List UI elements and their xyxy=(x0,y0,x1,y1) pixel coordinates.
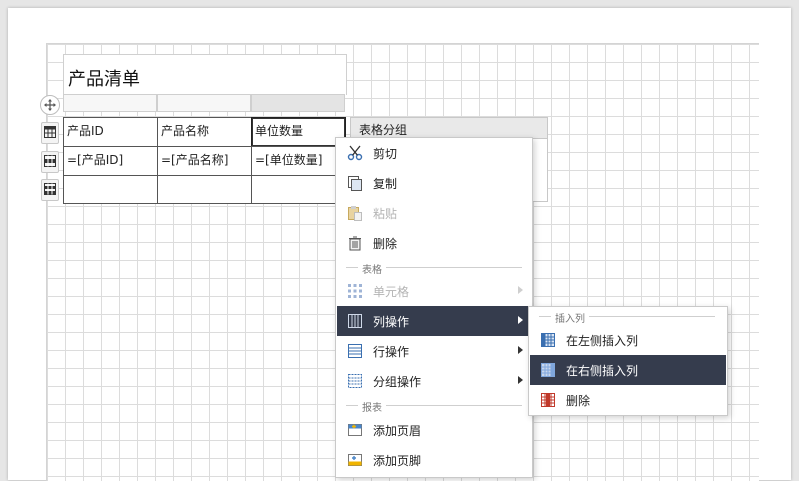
table-detail-icon xyxy=(44,154,56,170)
table-header-icon xyxy=(44,125,56,141)
menu-item-group-ops[interactable]: 分组操作 xyxy=(337,366,531,396)
move-handle-icon[interactable] xyxy=(40,95,60,115)
table-detail-row-handle[interactable] xyxy=(41,151,59,173)
table-footer-cell[interactable] xyxy=(251,175,346,204)
group-icon xyxy=(346,372,364,390)
report-title: 产品清单 xyxy=(68,69,140,90)
insert-column-left-icon xyxy=(539,331,557,349)
menu-item-label: 剪切 xyxy=(373,146,398,161)
table-footer-row-handle[interactable] xyxy=(41,179,59,201)
trash-icon xyxy=(346,234,364,252)
columns-icon xyxy=(346,312,364,330)
rows-icon xyxy=(346,342,364,360)
copy-icon xyxy=(346,174,364,192)
table-group-panel-header: 表格分组 xyxy=(350,117,548,139)
submenu-arrow-icon xyxy=(518,346,523,354)
table-footer-icon xyxy=(44,182,56,198)
table-detail-cell[interactable]: =[单位数量] xyxy=(251,146,346,176)
menu-item-label: 行操作 xyxy=(373,344,410,359)
context-menu: 剪切 复制 粘贴 删除 表格 单元格 列操作 行操作 分组操作 报表 添加页眉 … xyxy=(335,137,533,478)
menu-item-label: 删除 xyxy=(566,393,591,408)
menu-item-cell[interactable]: 单元格 xyxy=(337,276,531,306)
column-ops-submenu: 插入列 在左侧插入列 在右侧插入列 删除 xyxy=(528,306,728,416)
submenu-section-insert-column: 插入列 xyxy=(539,310,715,325)
menu-item-label: 添加页眉 xyxy=(373,423,422,438)
menu-item-delete-column[interactable]: 删除 xyxy=(530,385,726,415)
menu-item-column-ops[interactable]: 列操作 xyxy=(337,306,531,336)
table-header-cell[interactable]: 产品名称 xyxy=(157,117,252,147)
column-header-strip-selected[interactable] xyxy=(251,94,345,112)
submenu-arrow-icon xyxy=(518,316,523,324)
menu-section-label: 表格 xyxy=(358,261,386,276)
menu-item-label: 在右侧插入列 xyxy=(566,363,639,378)
menu-section-label: 报表 xyxy=(358,399,386,414)
report-title-box[interactable]: 产品清单 xyxy=(63,54,347,95)
table-header-row-handle[interactable] xyxy=(41,122,59,144)
menu-item-label: 删除 xyxy=(373,236,398,251)
column-header-strip[interactable] xyxy=(157,94,251,112)
table-footer-cell[interactable] xyxy=(63,175,158,204)
table-footer-cell[interactable] xyxy=(157,175,252,204)
menu-item-copy[interactable]: 复制 xyxy=(337,168,531,198)
menu-item-label: 复制 xyxy=(373,176,398,191)
submenu-section-label: 插入列 xyxy=(551,310,589,325)
menu-item-paste[interactable]: 粘贴 xyxy=(337,198,531,228)
menu-section-table: 表格 xyxy=(346,261,522,276)
menu-item-label: 单元格 xyxy=(373,284,410,299)
menu-item-delete[interactable]: 删除 xyxy=(337,228,531,258)
insert-column-right-icon xyxy=(539,361,557,379)
delete-column-icon xyxy=(539,391,557,409)
menu-item-label: 在左侧插入列 xyxy=(566,333,639,348)
add-header-icon xyxy=(346,421,364,439)
table-detail-cell[interactable]: =[产品名称] xyxy=(157,146,252,176)
column-header-strip[interactable] xyxy=(63,94,157,112)
submenu-arrow-icon xyxy=(518,376,523,384)
menu-item-add-header[interactable]: 添加页眉 xyxy=(337,415,531,445)
table-header-cell-selected[interactable]: 单位数量 xyxy=(251,117,346,147)
menu-item-label: 分组操作 xyxy=(373,374,422,389)
menu-item-add-footer[interactable]: 添加页脚 xyxy=(337,445,531,475)
menu-item-insert-column-right[interactable]: 在右侧插入列 xyxy=(530,355,726,385)
scissors-icon xyxy=(346,144,364,162)
menu-item-label: 列操作 xyxy=(373,314,410,329)
menu-item-label: 添加页脚 xyxy=(373,453,422,468)
menu-item-insert-column-left[interactable]: 在左侧插入列 xyxy=(530,325,726,355)
add-footer-icon xyxy=(346,451,364,469)
menu-item-row-ops[interactable]: 行操作 xyxy=(337,336,531,366)
menu-item-label: 粘贴 xyxy=(373,206,398,221)
menu-item-cut[interactable]: 剪切 xyxy=(337,138,531,168)
table-detail-cell[interactable]: =[产品ID] xyxy=(63,146,158,176)
cell-grid-icon xyxy=(346,282,364,300)
menu-section-report: 报表 xyxy=(346,399,522,414)
table-header-cell[interactable]: 产品ID xyxy=(63,117,158,147)
submenu-arrow-icon xyxy=(518,286,523,294)
paste-icon xyxy=(346,204,364,222)
